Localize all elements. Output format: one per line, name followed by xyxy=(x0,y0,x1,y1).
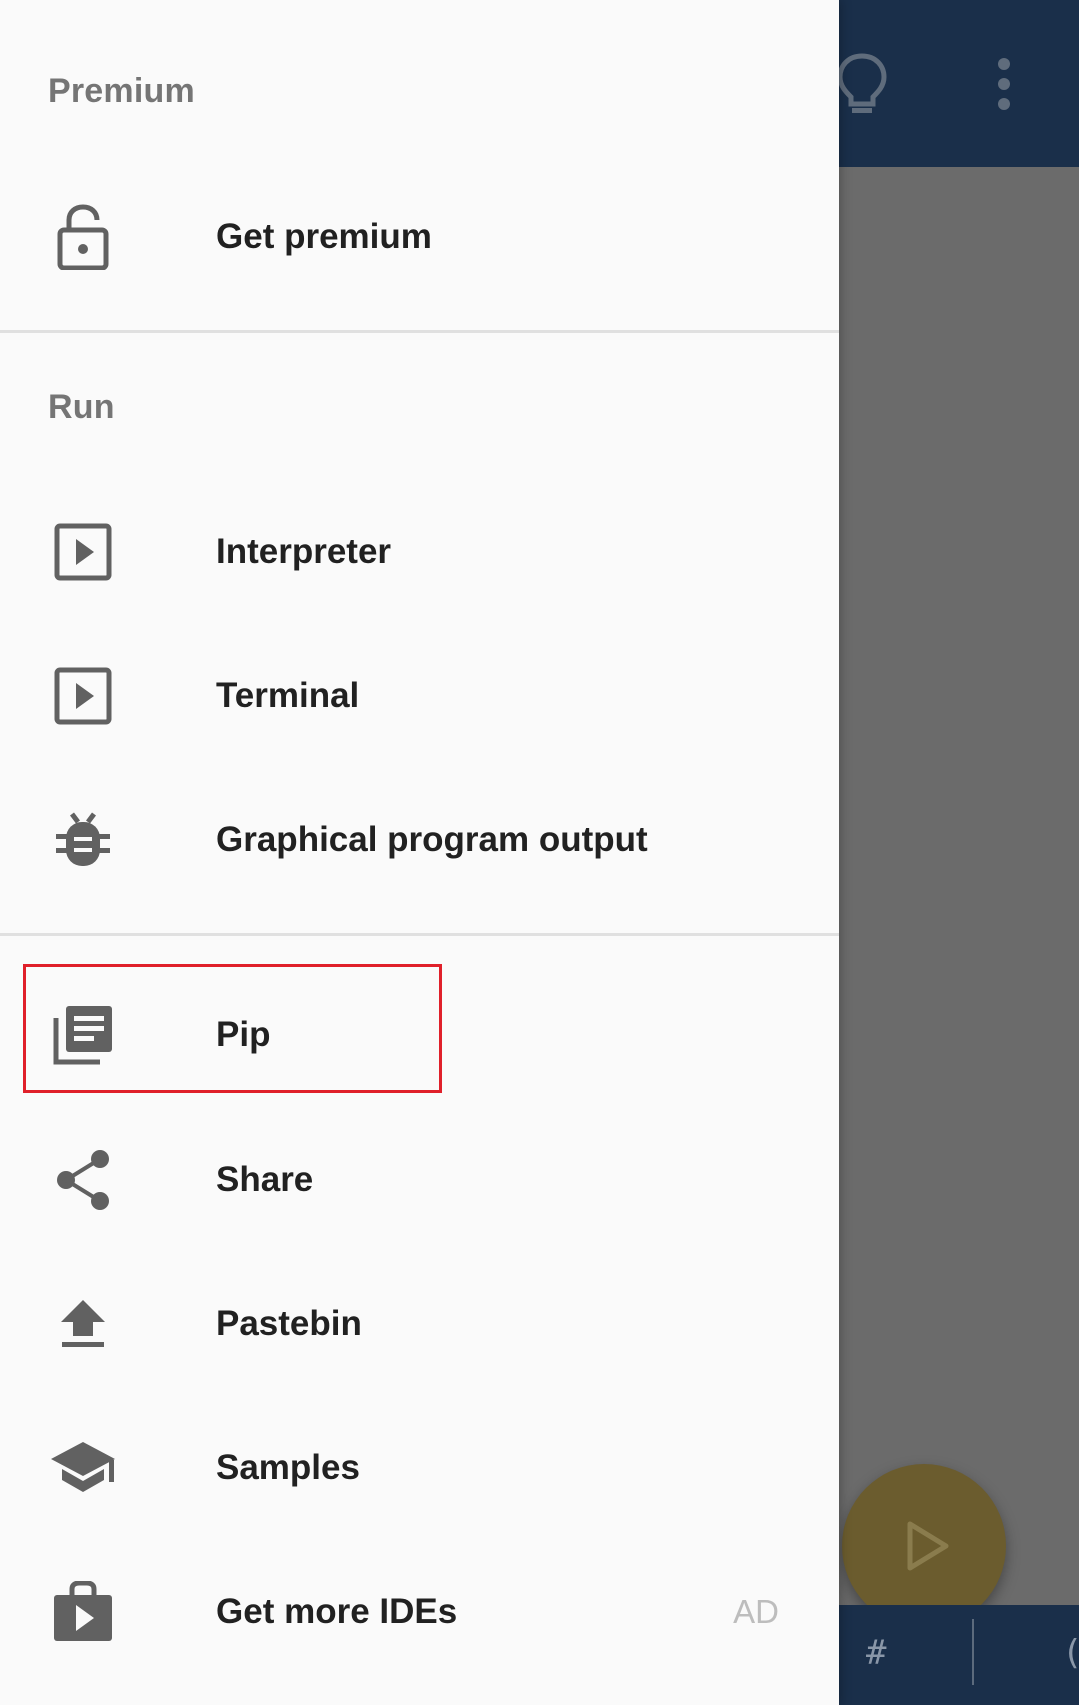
navigation-drawer: Premium Get premium Run Interpreter Term… xyxy=(0,0,839,1705)
run-fab[interactable] xyxy=(842,1464,1006,1628)
menu-item-label: Interpreter xyxy=(216,532,392,571)
menu-item-get-premium[interactable]: Get premium xyxy=(0,177,839,297)
school-icon xyxy=(48,1433,118,1503)
upload-icon xyxy=(48,1289,118,1359)
section-header-premium: Premium xyxy=(48,72,195,110)
bug-icon xyxy=(48,805,118,875)
shop-icon xyxy=(48,1577,118,1647)
play-icon xyxy=(894,1516,954,1576)
lock-open-icon xyxy=(48,202,118,272)
ad-badge: AD xyxy=(733,1593,779,1630)
menu-item-label: Graphical program output xyxy=(216,820,648,859)
menu-item-label: Terminal xyxy=(216,676,360,715)
menu-item-samples[interactable]: Samples xyxy=(0,1408,839,1528)
menu-item-interpreter[interactable]: Interpreter xyxy=(0,492,839,612)
menu-item-label: Get premium xyxy=(216,217,432,256)
menu-item-pastebin[interactable]: Pastebin xyxy=(0,1264,839,1384)
menu-item-terminal[interactable]: Terminal xyxy=(0,636,839,756)
menu-item-label: Share xyxy=(216,1160,314,1199)
menu-item-label: Get more IDEs xyxy=(216,1592,458,1631)
menu-item-pip[interactable]: Pip xyxy=(0,975,839,1095)
share-icon xyxy=(48,1145,118,1215)
lightbulb-icon[interactable] xyxy=(834,52,890,116)
divider xyxy=(0,933,839,936)
menu-item-label: Pip xyxy=(216,1015,271,1054)
menu-item-get-more-ides[interactable]: Get more IDEs AD xyxy=(0,1552,839,1672)
menu-item-label: Samples xyxy=(216,1448,360,1487)
menu-item-graphical-output[interactable]: Graphical program output xyxy=(0,780,839,900)
divider xyxy=(0,330,839,333)
section-header-run: Run xyxy=(48,388,115,426)
more-vert-icon[interactable] xyxy=(984,52,1024,116)
menu-item-label: Pastebin xyxy=(216,1304,362,1343)
menu-item-share[interactable]: Share xyxy=(0,1120,839,1240)
symbol-key-paren[interactable]: ( xyxy=(1062,1633,1079,1673)
library-books-icon xyxy=(48,1000,118,1070)
play-box-icon xyxy=(48,517,118,587)
symbol-key-hash[interactable]: # xyxy=(866,1633,886,1673)
symbol-separator xyxy=(972,1619,974,1685)
play-box-icon xyxy=(48,661,118,731)
